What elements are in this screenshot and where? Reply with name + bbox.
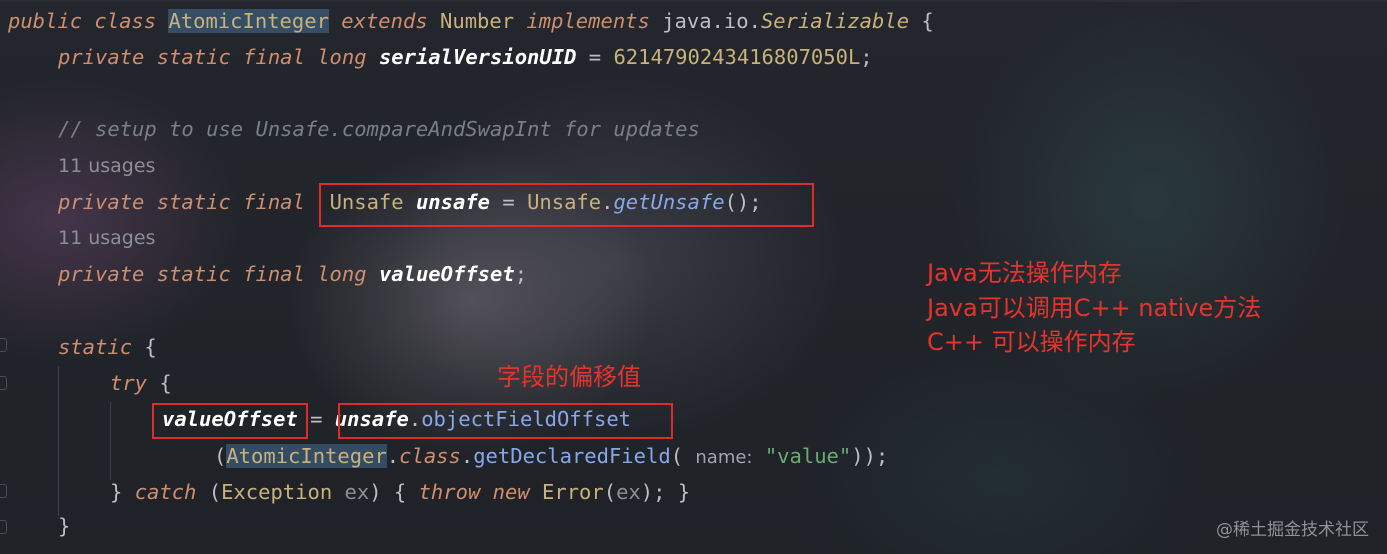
annotation-field-offset: 字段的偏移值: [497, 363, 641, 391]
code-line-try[interactable]: try {: [110, 368, 172, 398]
code-line-get-declared-field[interactable]: (AtomicInteger.class.getDeclaredField( n…: [214, 441, 888, 471]
highlight-box-unsafe-field: [319, 183, 814, 227]
fold-marker-icon[interactable]: [0, 484, 7, 498]
keyword-private: private: [58, 190, 145, 214]
call-tail: ));: [851, 444, 889, 468]
keyword-final: final: [243, 45, 305, 69]
annotation-java-memory-line2: Java可以调用C++ native方法: [927, 294, 1262, 322]
usages-hint[interactable]: 11 usages: [58, 153, 155, 179]
indent-guide: [110, 402, 111, 480]
comment-text: // setup to use Unsafe.compareAndSwapInt…: [58, 117, 700, 141]
parameter-name-hint: name:: [695, 447, 753, 468]
paren-close: ) {: [369, 480, 419, 504]
keyword-new: new: [492, 480, 530, 504]
keyword-implements: implements: [526, 9, 650, 33]
keyword-try: try: [110, 371, 148, 395]
usages-hint[interactable]: 11 usages: [58, 225, 155, 251]
code-comment[interactable]: // setup to use Unsafe.compareAndSwapInt…: [58, 114, 700, 144]
fold-marker-icon[interactable]: [0, 376, 7, 390]
keyword-extends: extends: [341, 9, 428, 33]
brace: {: [147, 371, 172, 395]
dot: .: [386, 444, 400, 468]
type-exception: Exception: [221, 480, 333, 504]
paren-open: (: [196, 480, 222, 504]
fold-marker-icon[interactable]: [0, 338, 7, 352]
string-literal: "value": [764, 444, 852, 468]
highlight-box-object-field-offset: [338, 403, 673, 439]
code-line-serial-version[interactable]: private static final long serialVersionU…: [58, 42, 873, 72]
keyword-final: final: [243, 190, 305, 214]
keyword-static: static: [58, 335, 133, 359]
class-name: AtomicInteger: [168, 9, 329, 33]
annotation-java-memory-line3: C++ 可以操作内存: [927, 328, 1136, 356]
type-number: Number: [440, 9, 515, 33]
keyword-public: public: [8, 9, 83, 33]
brace: }: [110, 480, 135, 504]
paren-open: (: [603, 480, 617, 504]
operator-equals: =: [576, 45, 614, 69]
field-serial-version-uid: serialVersionUID: [378, 45, 577, 69]
semicolon: ;: [514, 262, 528, 286]
keyword-catch: catch: [134, 480, 197, 504]
type-serializable: Serializable: [760, 9, 910, 33]
keyword-long: long: [317, 45, 367, 69]
code-line-class-declaration[interactable]: public class AtomicInteger extends Numbe…: [8, 6, 934, 36]
editor-top-border: [0, 0, 1387, 2]
keyword-final: final: [243, 262, 305, 286]
keyword-class: class: [399, 444, 461, 468]
code-line-value-offset-field[interactable]: private static final long valueOffset;: [58, 259, 527, 289]
annotation-java-memory-line1: Java无法操作内存: [927, 259, 1122, 287]
brace: }: [58, 514, 71, 538]
code-line-static-block[interactable]: static {: [58, 332, 157, 362]
dot: .: [460, 444, 474, 468]
semicolon: ;: [860, 45, 873, 69]
keyword-long: long: [317, 262, 367, 286]
indent-guide: [58, 366, 59, 516]
keyword-class: class: [94, 9, 157, 33]
number-literal: 6214790243416807050L: [613, 45, 861, 69]
brace: {: [132, 335, 157, 359]
class-atomic-integer: AtomicInteger: [226, 444, 387, 468]
keyword-private: private: [58, 262, 145, 286]
code-line-close-brace[interactable]: }: [58, 511, 70, 541]
keyword-static: static: [156, 190, 231, 214]
keyword-static: static: [156, 262, 231, 286]
package-name: java.io.: [662, 9, 761, 33]
variable-ex: ex: [344, 480, 370, 504]
paren-open: (: [670, 444, 684, 468]
keyword-throw: throw: [418, 480, 481, 504]
keyword-static: static: [156, 45, 231, 69]
code-line-catch[interactable]: } catch (Exception ex) { throw new Error…: [110, 477, 690, 507]
field-value-offset: valueOffset: [378, 262, 515, 286]
type-error: Error: [542, 480, 604, 504]
variable-ex: ex: [616, 480, 641, 504]
highlight-box-value-offset: [152, 403, 308, 439]
paren-open: (: [214, 444, 227, 468]
brace: {: [909, 9, 934, 33]
fold-marker-icon[interactable]: [0, 520, 7, 534]
call-tail: ); }: [640, 480, 691, 504]
keyword-private: private: [58, 45, 145, 69]
code-editor[interactable]: public class AtomicInteger extends Numbe…: [0, 0, 1387, 554]
watermark: @稀土掘金技术社区: [1216, 520, 1369, 540]
method-get-declared-field: getDeclaredField: [473, 444, 671, 468]
